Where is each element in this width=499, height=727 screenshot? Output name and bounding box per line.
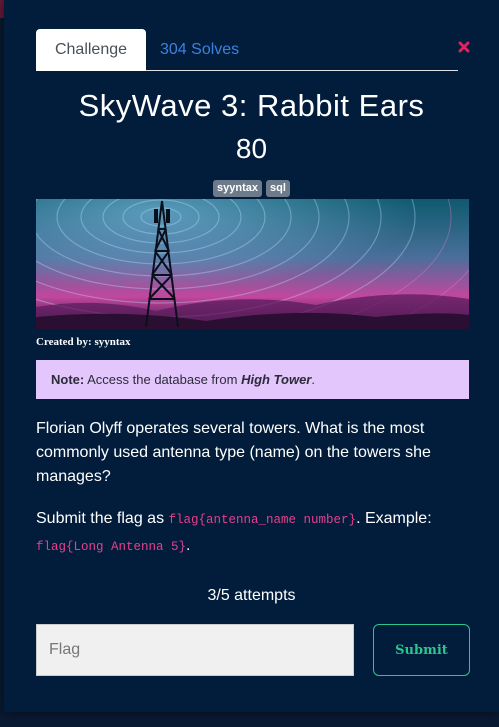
submit-prefix: Submit the flag as xyxy=(36,510,165,527)
challenge-title: SkyWave 3: Rabbit Ears xyxy=(78,88,425,123)
submit-end: . xyxy=(186,537,191,554)
challenge-tags: syyntax sql xyxy=(4,180,499,197)
flag-input[interactable] xyxy=(36,624,354,676)
challenge-points: 80 xyxy=(235,133,268,164)
attempts-counter: 3/5 attempts xyxy=(207,587,296,604)
flag-format-code: flag{antenna_name number} xyxy=(168,513,357,527)
submit-instructions: Submit the flag as flag{antenna_name num… xyxy=(36,506,476,560)
radio-tower-banner xyxy=(36,199,469,329)
modal-tabs: Challenge 304 Solves xyxy=(36,29,458,71)
submit-button[interactable]: Submit xyxy=(373,624,470,676)
tab-challenge[interactable]: Challenge xyxy=(36,29,146,71)
creator-credit: Created by: syyntax xyxy=(36,336,131,348)
note-box: Note: Access the database from High Towe… xyxy=(36,360,469,399)
tab-solves[interactable]: 304 Solves xyxy=(160,29,250,71)
note-end: . xyxy=(311,372,315,387)
note-label: Note: xyxy=(51,372,85,387)
submit-middle: . Example: xyxy=(356,510,432,527)
challenge-modal: Challenge 304 Solves SkyWave 3: Rabbit E… xyxy=(4,0,499,712)
tag-badge: syyntax xyxy=(213,180,263,197)
note-emphasis: High Tower xyxy=(241,372,312,387)
close-icon[interactable] xyxy=(458,40,470,53)
challenge-description: Florian Olyff operates several towers. W… xyxy=(36,420,431,485)
note-text: Access the database from xyxy=(87,372,238,387)
tag-badge: sql xyxy=(266,180,290,197)
flag-example-code: flag{Long Antenna 5} xyxy=(36,540,187,554)
